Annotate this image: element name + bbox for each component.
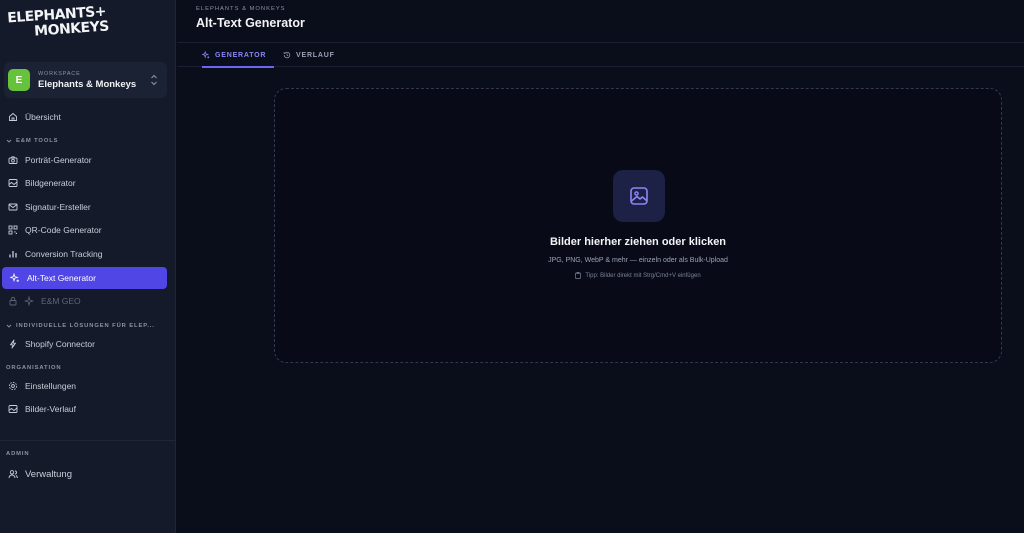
sidebar-item-label: Porträt-Generator	[25, 155, 92, 165]
lock-icon	[9, 296, 17, 306]
gear-icon	[8, 381, 18, 391]
sidebar-item-shopify-connector[interactable]: Shopify Connector	[0, 333, 176, 355]
sidebar-item-label: QR-Code Generator	[25, 225, 102, 235]
sidebar-item-label: Übersicht	[25, 112, 61, 122]
breadcrumb: ELEPHANTS & MONKEYS	[196, 6, 286, 12]
sidebar-item-image-generator[interactable]: Bildgenerator	[0, 172, 176, 194]
history-icon	[283, 51, 291, 59]
section-org-label: ORGANISATION	[6, 365, 62, 371]
sidebar-item-administration[interactable]: Verwaltung	[0, 463, 176, 485]
sidebar: ELEPHANTS+ MONKEYS E WORKSPACE Elephants…	[0, 0, 176, 533]
sidebar-item-label: Verwaltung	[25, 468, 73, 480]
tab-label: GENERATOR	[215, 51, 267, 59]
dropzone-title: Bilder hierher ziehen oder klicken	[549, 236, 727, 248]
sidebar-item-overview[interactable]: Übersicht	[0, 106, 176, 128]
dropzone-subtitle: JPG, PNG, WebP & mehr — einzeln oder als…	[548, 257, 728, 264]
tab-generator[interactable]: GENERATOR	[202, 43, 275, 68]
home-icon	[9, 112, 17, 121]
sidebar-item-label: Shopify Connector	[25, 339, 95, 349]
sparkle-icon	[24, 296, 34, 306]
sidebar-item-label: Bilder-Verlauf	[25, 404, 77, 414]
sidebar-divider	[0, 440, 176, 441]
sidebar-item-qr-code-generator[interactable]: QR-Code Generator	[0, 219, 176, 241]
dropzone-tip: Tipp: Bilder direkt mit Strg/Cmd+V einfü…	[275, 272, 1001, 279]
sidebar-item-label: Alt-Text Generator	[27, 273, 96, 283]
image-icon	[8, 405, 18, 413]
sparkle-icon	[202, 51, 210, 59]
sidebar-item-conversion-tracking[interactable]: Conversion Tracking	[0, 243, 176, 265]
upload-icon-box	[613, 170, 665, 222]
image-icon	[630, 187, 648, 205]
sidebar-item-signature-creator[interactable]: Signatur-Ersteller	[0, 196, 176, 218]
sidebar-item-alt-text-generator[interactable]: Alt-Text Generator	[2, 267, 167, 289]
clipboard-icon	[575, 272, 582, 279]
camera-icon	[8, 156, 18, 164]
chevron-up-down-icon	[151, 74, 157, 86]
bolt-icon	[10, 339, 16, 349]
section-organisation: ORGANISATION	[6, 365, 61, 371]
sparkle-icon	[10, 273, 19, 283]
sidebar-item-label: Conversion Tracking	[25, 249, 103, 259]
sidebar-item-label: Einstellungen	[25, 381, 77, 391]
sidebar-item-label: E&M GEO	[41, 296, 81, 306]
image-icon	[8, 179, 18, 187]
workspace-switcher[interactable]: E WORKSPACE Elephants & Monkeys	[4, 62, 167, 98]
header: ELEPHANTS & MONKEYS Alt-Text Generator	[177, 0, 1024, 43]
dropzone-tip-text: Tipp: Bilder direkt mit Strg/Cmd+V einfü…	[585, 272, 701, 279]
sidebar-item-portrait-generator[interactable]: Porträt-Generator	[0, 149, 176, 171]
page-title: Alt-Text Generator	[196, 16, 305, 30]
tab-bar: GENERATOR VERLAUF	[177, 43, 1024, 68]
upload-dropzone[interactable]: Bilder hierher ziehen oder klicken JPG, …	[274, 88, 1002, 363]
workspace-avatar: E	[8, 69, 30, 91]
section-tools-label: E&M TOOLS	[16, 138, 59, 144]
sidebar-item-image-history[interactable]: Bilder-Verlauf	[0, 398, 176, 420]
brand-logo[interactable]: ELEPHANTS+ MONKEYS	[7, 4, 110, 50]
qr-code-icon	[8, 225, 18, 235]
section-custom[interactable]: INDIVIDUELLE LÖSUNGEN FÜR ELEP...	[6, 323, 155, 329]
chevron-down-icon	[6, 139, 12, 143]
section-admin-label: ADMIN	[6, 451, 30, 457]
section-tools[interactable]: E&M TOOLS	[6, 138, 58, 144]
bar-chart-icon	[9, 251, 17, 258]
tab-label: VERLAUF	[296, 51, 335, 59]
users-icon	[8, 470, 18, 479]
mail-icon	[8, 203, 18, 211]
section-admin: ADMIN	[6, 451, 30, 457]
sidebar-item-settings[interactable]: Einstellungen	[0, 375, 176, 397]
tab-history[interactable]: VERLAUF	[283, 43, 335, 67]
workspace-name: Elephants & Monkeys	[38, 78, 137, 90]
section-custom-label: INDIVIDUELLE LÖSUNGEN FÜR ELEP...	[16, 323, 155, 329]
workspace-label: WORKSPACE	[38, 70, 81, 77]
chevron-down-icon	[6, 324, 12, 328]
sidebar-item-label: Signatur-Ersteller	[25, 202, 91, 212]
sidebar-item-label: Bildgenerator	[25, 178, 76, 188]
sidebar-item-em-geo[interactable]: E&M GEO	[0, 290, 176, 312]
